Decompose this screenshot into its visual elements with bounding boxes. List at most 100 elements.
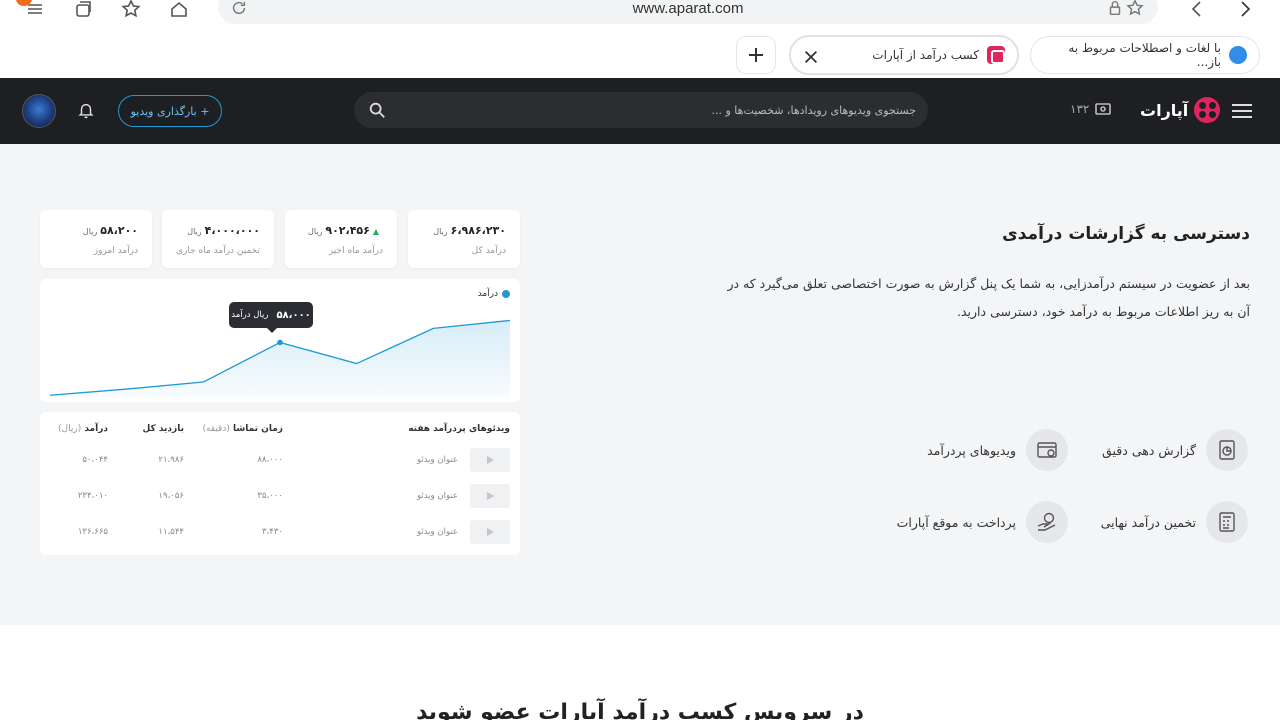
stat-total-income: ۶،۹۸۶،۲۳۰ ریال درآمد کل bbox=[408, 210, 520, 268]
search-input[interactable] bbox=[402, 101, 916, 119]
back-icon[interactable] bbox=[1184, 0, 1210, 22]
tab-strip: با لغات و اصطلاحات مربوط به باز... کسب د… bbox=[0, 30, 1280, 78]
column-header-videos: ویدئوهای پردرآمد هفته bbox=[408, 424, 510, 434]
chart-tooltip: ۵۸،۰۰۰ ریال درآمد bbox=[229, 302, 313, 333]
header-text: درآمد bbox=[84, 424, 108, 434]
watch-time-cell: ۸۸،۰۰۰ bbox=[257, 455, 283, 465]
watch-time-cell: ۳۵،۰۰۰ bbox=[257, 491, 283, 501]
lock-icon bbox=[1106, 0, 1124, 21]
table-row[interactable]: عنوان ویدئو ۸۸،۰۰۰ ۲۱،۹۸۶ ۵۰،۰۴۴ bbox=[40, 446, 520, 474]
stat-value: ۶،۹۸۶،۲۳۰ bbox=[450, 224, 506, 237]
browser-toolbar: www.aparat.com bbox=[0, 0, 1280, 26]
tooltip-unit: ریال درآمد bbox=[231, 310, 269, 320]
stat-value: ۴،۰۰۰،۰۰۰ bbox=[204, 224, 260, 237]
stat-label: درآمد کل bbox=[471, 246, 506, 256]
revenue-cell: ۱۳۶،۶۶۵ bbox=[77, 527, 108, 537]
video-list-icon bbox=[1026, 429, 1068, 471]
revenue-cell: ۵۰،۰۴۴ bbox=[82, 455, 108, 465]
plus-icon bbox=[749, 48, 763, 62]
join-heading: در سرویس کسب درآمد آپارات عضو شوید bbox=[416, 700, 864, 720]
views-cell: ۱۹،۰۵۶ bbox=[158, 491, 184, 501]
video-thumbnail[interactable] bbox=[470, 448, 510, 472]
forward-icon[interactable] bbox=[1232, 0, 1258, 22]
tabs-icon[interactable] bbox=[70, 0, 96, 22]
report-icon bbox=[1206, 429, 1248, 471]
revenue-cell: ۲۳۴،۰۱۰ bbox=[77, 491, 108, 501]
income-reports-section: دسترسی به گزارشات درآمدی بعد از عضویت در… bbox=[0, 144, 1280, 625]
feature-label: ویدیوهای پردرآمد bbox=[927, 442, 1016, 458]
feature-label: پرداخت به موقع آپارات bbox=[896, 514, 1016, 530]
bell-icon[interactable] bbox=[77, 101, 97, 121]
video-title[interactable]: عنوان ویدئو bbox=[417, 491, 458, 501]
video-title[interactable]: عنوان ویدئو bbox=[417, 527, 458, 537]
bookmark-star-icon[interactable] bbox=[1126, 0, 1144, 21]
calculator-icon bbox=[1206, 501, 1248, 543]
live-tv-icon bbox=[1095, 103, 1112, 115]
section-description: بعد از عضویت در سیستم درآمدزایی، به شما … bbox=[727, 276, 1250, 319]
column-header-views: بازدید کل bbox=[142, 424, 184, 434]
table-row[interactable]: عنوان ویدئو ۳،۴۳۰ ۱۱،۵۴۴ ۱۳۶،۶۶۵ bbox=[40, 518, 520, 546]
logo-text: آپارات bbox=[1140, 100, 1189, 120]
views-cell: ۱۱،۵۴۴ bbox=[158, 527, 184, 537]
tab-vocabulary[interactable]: با لغات و اصطلاحات مربوط به باز... bbox=[1030, 36, 1260, 74]
watch-time-cell: ۳،۴۳۰ bbox=[261, 527, 283, 537]
video-thumbnail[interactable] bbox=[470, 484, 510, 508]
stat-unit: ریال bbox=[82, 227, 98, 236]
stat-label: درآمد امروز bbox=[93, 246, 138, 256]
section-title: دسترسی به گزارشات درآمدی bbox=[1002, 224, 1250, 244]
stat-last-month: ▲ ۹۰۲،۴۵۶ ریال درآمد ماه اخیر bbox=[285, 210, 397, 268]
globe-icon bbox=[1229, 46, 1247, 64]
home-icon[interactable] bbox=[166, 0, 192, 22]
video-thumbnail[interactable] bbox=[470, 520, 510, 544]
live-count[interactable]: ۱۳۲ bbox=[1070, 102, 1112, 116]
url-text: www.aparat.com bbox=[632, 0, 744, 17]
live-count-value: ۱۳۲ bbox=[1070, 102, 1090, 116]
table-row[interactable]: عنوان ویدئو ۳۵،۰۰۰ ۱۹،۰۵۶ ۲۳۴،۰۱۰ bbox=[40, 482, 520, 510]
feature-label: گزارش دهی دقیق bbox=[1102, 442, 1196, 458]
feature-accurate-reporting: گزارش دهی دقیق bbox=[1102, 429, 1248, 471]
stat-month-estimate: ۴،۰۰۰،۰۰۰ ریال تخمین درآمد ماه جاری bbox=[162, 210, 274, 268]
aparat-logo-icon bbox=[1194, 97, 1221, 123]
column-header-revenue: درآمد (ریال) bbox=[58, 424, 108, 434]
avatar[interactable] bbox=[22, 94, 56, 128]
income-chart: درآمد ۵۸،۰۰۰ ریال درآمد bbox=[40, 279, 520, 402]
feature-top-videos: ویدیوهای پردرآمد bbox=[927, 429, 1068, 471]
stat-today: ۵۸،۲۰۰ ریال درآمد امروز bbox=[40, 210, 152, 268]
stat-unit: ریال bbox=[433, 227, 448, 236]
tooltip-value: ۵۸،۰۰۰ bbox=[276, 309, 311, 321]
search-bar bbox=[354, 92, 928, 128]
series-area bbox=[50, 320, 510, 397]
chart-canvas bbox=[49, 319, 511, 397]
tab-aparat-income[interactable]: کسب درآمد از آپارات bbox=[790, 36, 1018, 74]
stat-value: ۵۸،۲۰۰ bbox=[100, 224, 138, 237]
new-tab-button[interactable] bbox=[736, 36, 776, 74]
video-title[interactable]: عنوان ویدئو bbox=[417, 455, 458, 465]
upload-video-button[interactable]: + بارگذاری ویدیو bbox=[118, 95, 222, 127]
stat-value: ۹۰۲،۴۵۶ bbox=[325, 224, 370, 237]
header-unit: (ریال) bbox=[58, 424, 82, 434]
hamburger-menu-icon[interactable] bbox=[1230, 100, 1254, 122]
highlighted-point[interactable] bbox=[277, 339, 283, 346]
stat-label: درآمد ماه اخیر bbox=[328, 246, 383, 256]
search-icon[interactable] bbox=[368, 101, 386, 119]
trend-up-icon: ▲ bbox=[372, 227, 379, 236]
stat-label: تخمین درآمد ماه جاری bbox=[175, 246, 260, 256]
feature-final-estimate: تخمین درآمد نهایی bbox=[1101, 501, 1248, 543]
address-bar[interactable]: www.aparat.com bbox=[218, 0, 1158, 24]
stat-unit: ریال bbox=[187, 227, 202, 236]
aparat-logo[interactable]: آپارات bbox=[1140, 97, 1221, 123]
column-header-watch-time: زمان تماشا (دقیقه) bbox=[202, 424, 283, 434]
aparat-icon bbox=[987, 46, 1005, 64]
views-cell: ۲۱،۹۸۶ bbox=[158, 455, 184, 465]
favorites-icon[interactable] bbox=[118, 0, 144, 22]
close-tab-icon[interactable] bbox=[799, 45, 823, 69]
top-videos-table: ویدئوهای پردرآمد هفته زمان تماشا (دقیقه)… bbox=[40, 412, 520, 555]
tab-title: با لغات و اصطلاحات مربوط به باز... bbox=[1068, 41, 1221, 69]
header-text: زمان تماشا bbox=[233, 424, 283, 434]
feature-label: تخمین درآمد نهایی bbox=[1100, 514, 1196, 530]
tab-title: کسب درآمد از آپارات bbox=[872, 48, 979, 62]
site-header: آپارات ۱۳۲ + بارگذاری ویدیو bbox=[0, 78, 1280, 144]
feature-timely-payment: پرداخت به موقع آپارات bbox=[897, 501, 1068, 543]
payment-icon bbox=[1026, 501, 1068, 543]
stat-unit: ریال bbox=[308, 227, 323, 236]
